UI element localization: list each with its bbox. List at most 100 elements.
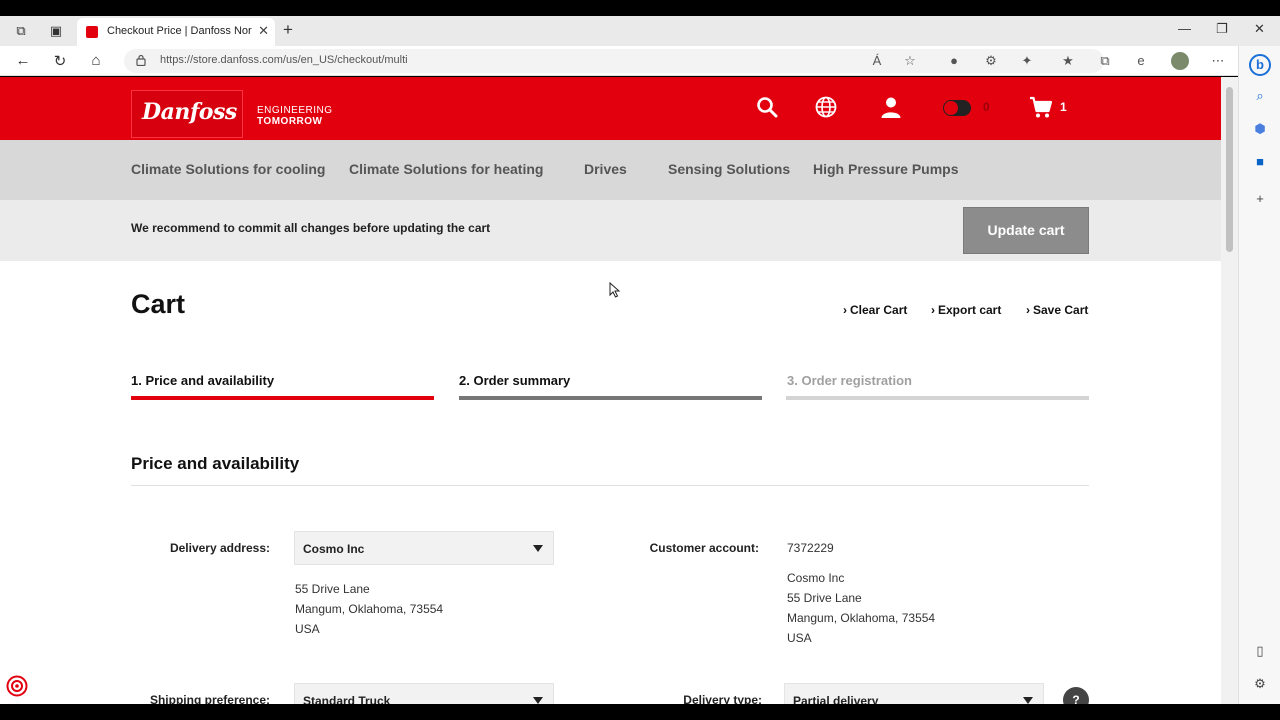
tab-actions-icon[interactable]: ▣ [47, 22, 65, 40]
logo-text: Danfoss [142, 99, 237, 125]
update-notice-bar: We recommend to commit all changes befor… [0, 200, 1221, 261]
delivery-address-line: 55 Drive Lane [295, 582, 370, 596]
customer-line: 55 Drive Lane [787, 591, 862, 605]
customer-account-label: Customer account: [649, 541, 759, 555]
help-icon[interactable]: ? [1063, 687, 1089, 704]
page-title: Cart [131, 289, 186, 319]
notice-text: We recommend to commit all changes befor… [131, 221, 491, 235]
compare-count: 0 [983, 100, 990, 114]
extension-gear-icon[interactable]: ⚙ [983, 53, 999, 69]
delivery-address-value: Cosmo Inc [303, 542, 365, 556]
step-bar-next [459, 396, 762, 400]
tagline-line1: ENGINEERING [257, 105, 333, 116]
user-icon[interactable] [879, 95, 903, 119]
globe-icon[interactable] [814, 95, 838, 119]
clear-cart-label: Clear Cart [850, 303, 908, 317]
chat-widget-icon[interactable] [6, 675, 28, 697]
workspaces-icon[interactable]: ⧉ [12, 22, 30, 40]
section-title: Price and availability [131, 454, 300, 473]
more-menu-icon[interactable]: ⋯ [1210, 53, 1226, 69]
caret-down-icon [1023, 697, 1033, 704]
page-scrollbar[interactable] [1221, 77, 1238, 704]
tagline-line2: TOMORROW [257, 116, 323, 127]
url-text: https://store.danfoss.com/us/en_US/check… [160, 54, 408, 66]
caret-down-icon [533, 545, 543, 552]
extension-icon[interactable]: ● [946, 53, 962, 68]
update-cart-button[interactable]: Update cart [963, 207, 1089, 254]
toggle-icon[interactable] [943, 100, 971, 116]
step-price-availability[interactable]: 1. Price and availability [131, 373, 274, 388]
extensions-puzzle-icon[interactable]: ✦ [1019, 53, 1035, 69]
site-header: Danfoss ENGINEERING TOMORROW 0 1 [0, 77, 1221, 140]
favorite-star-icon[interactable]: ☆ [902, 53, 918, 69]
customer-line: USA [787, 631, 812, 645]
back-icon[interactable]: ← [14, 52, 32, 69]
customer-line: Cosmo Inc [787, 571, 845, 585]
customer-account-value: 7372229 [787, 541, 834, 555]
nav-item-drives[interactable]: Drives [584, 161, 627, 177]
nav-item-cooling[interactable]: Climate Solutions for cooling [131, 161, 325, 177]
delivery-type-select[interactable]: Partial delivery [784, 683, 1044, 704]
delivery-type-label: Delivery type: [683, 693, 762, 704]
edge-icon[interactable]: e [1133, 53, 1149, 68]
add-sidebar-icon[interactable]: + [1252, 191, 1268, 207]
export-cart-label: Export cart [938, 303, 1002, 317]
collections-icon[interactable]: ⧉ [1097, 53, 1113, 69]
screen: ⧉ ▣ Checkout Price | Danfoss North Ameri… [0, 0, 1280, 720]
clear-cart-link[interactable]: › Clear Cart [843, 303, 907, 317]
sidebar-layout-icon[interactable]: ▯ [1252, 643, 1268, 659]
new-tab-icon[interactable]: + [283, 20, 293, 40]
profile-avatar[interactable] [1171, 52, 1189, 70]
danfoss-logo[interactable]: Danfoss [131, 90, 243, 138]
shipping-preference-select[interactable]: Standard Truck [294, 683, 554, 704]
tagline: ENGINEERING TOMORROW [257, 105, 333, 127]
bing-copilot-icon[interactable]: b [1249, 54, 1271, 76]
favorites-icon[interactable]: ★ [1060, 53, 1076, 69]
caret-down-icon [533, 697, 543, 704]
customer-line: Mangum, Oklahoma, 73554 [787, 611, 936, 625]
search-icon[interactable] [755, 95, 779, 119]
read-aloud-icon[interactable]: Á [869, 53, 885, 68]
step-bar-active [131, 396, 434, 400]
browser-sidebar: b ⌕ ⬢ ■ + ▯ ⚙ [1238, 46, 1280, 704]
nav-item-pumps[interactable]: High Pressure Pumps [813, 161, 959, 177]
delivery-address-line: USA [295, 622, 320, 636]
tab-close-icon[interactable]: ✕ [258, 23, 269, 39]
delivery-type-value: Partial delivery [793, 694, 879, 704]
delivery-address-line: Mangum, Oklahoma, 73554 [295, 602, 444, 616]
sidebar-settings-icon[interactable]: ⚙ [1252, 676, 1268, 692]
save-cart-link[interactable]: › Save Cart [1026, 303, 1088, 317]
office-icon[interactable]: ⬢ [1252, 121, 1268, 137]
home-icon[interactable]: ⌂ [87, 52, 105, 69]
page-viewport: Danfoss ENGINEERING TOMORROW 0 1 Climate… [0, 77, 1221, 704]
browser-tab-bar: ⧉ ▣ Checkout Price | Danfoss North Ameri… [0, 16, 1280, 46]
browser-tab-active[interactable]: Checkout Price | Danfoss North America ✕ [77, 18, 275, 46]
minimize-icon[interactable]: — [1178, 21, 1191, 36]
shipping-preference-label: Shipping preference: [149, 693, 270, 704]
save-cart-label: Save Cart [1033, 303, 1089, 317]
section-divider [131, 485, 1089, 486]
cart-count: 1 [1060, 100, 1067, 114]
nav-item-heating[interactable]: Climate Solutions for heating [349, 161, 543, 177]
close-window-icon[interactable]: ✕ [1254, 21, 1265, 37]
refresh-icon[interactable]: ↻ [51, 52, 69, 70]
export-cart-link[interactable]: › Export cart [931, 303, 1001, 317]
step-order-registration: 3. Order registration [787, 373, 912, 388]
delivery-address-select[interactable]: Cosmo Inc [294, 531, 554, 565]
danfoss-favicon-icon [86, 26, 98, 38]
delivery-address-label: Delivery address: [169, 541, 270, 555]
nav-item-sensing[interactable]: Sensing Solutions [668, 161, 790, 177]
outlook-icon[interactable]: ■ [1252, 154, 1268, 170]
restore-icon[interactable]: ❐ [1216, 21, 1228, 37]
scrollbar-thumb[interactable] [1226, 87, 1233, 252]
search-sidebar-icon[interactable]: ⌕ [1252, 88, 1268, 104]
browser-address-bar: ← ↻ ⌂ https://store.danfoss.com/us/en_US… [0, 46, 1280, 76]
toggle-knob [944, 101, 958, 115]
cart-icon[interactable] [1029, 95, 1053, 119]
mouse-cursor-icon [609, 282, 621, 298]
step-bar-disabled [786, 396, 1089, 400]
step-order-summary[interactable]: 2. Order summary [459, 373, 570, 388]
tab-title: Checkout Price | Danfoss North America [107, 25, 252, 37]
category-nav: Climate Solutions for cooling Climate So… [0, 140, 1221, 200]
lock-icon [136, 54, 146, 66]
